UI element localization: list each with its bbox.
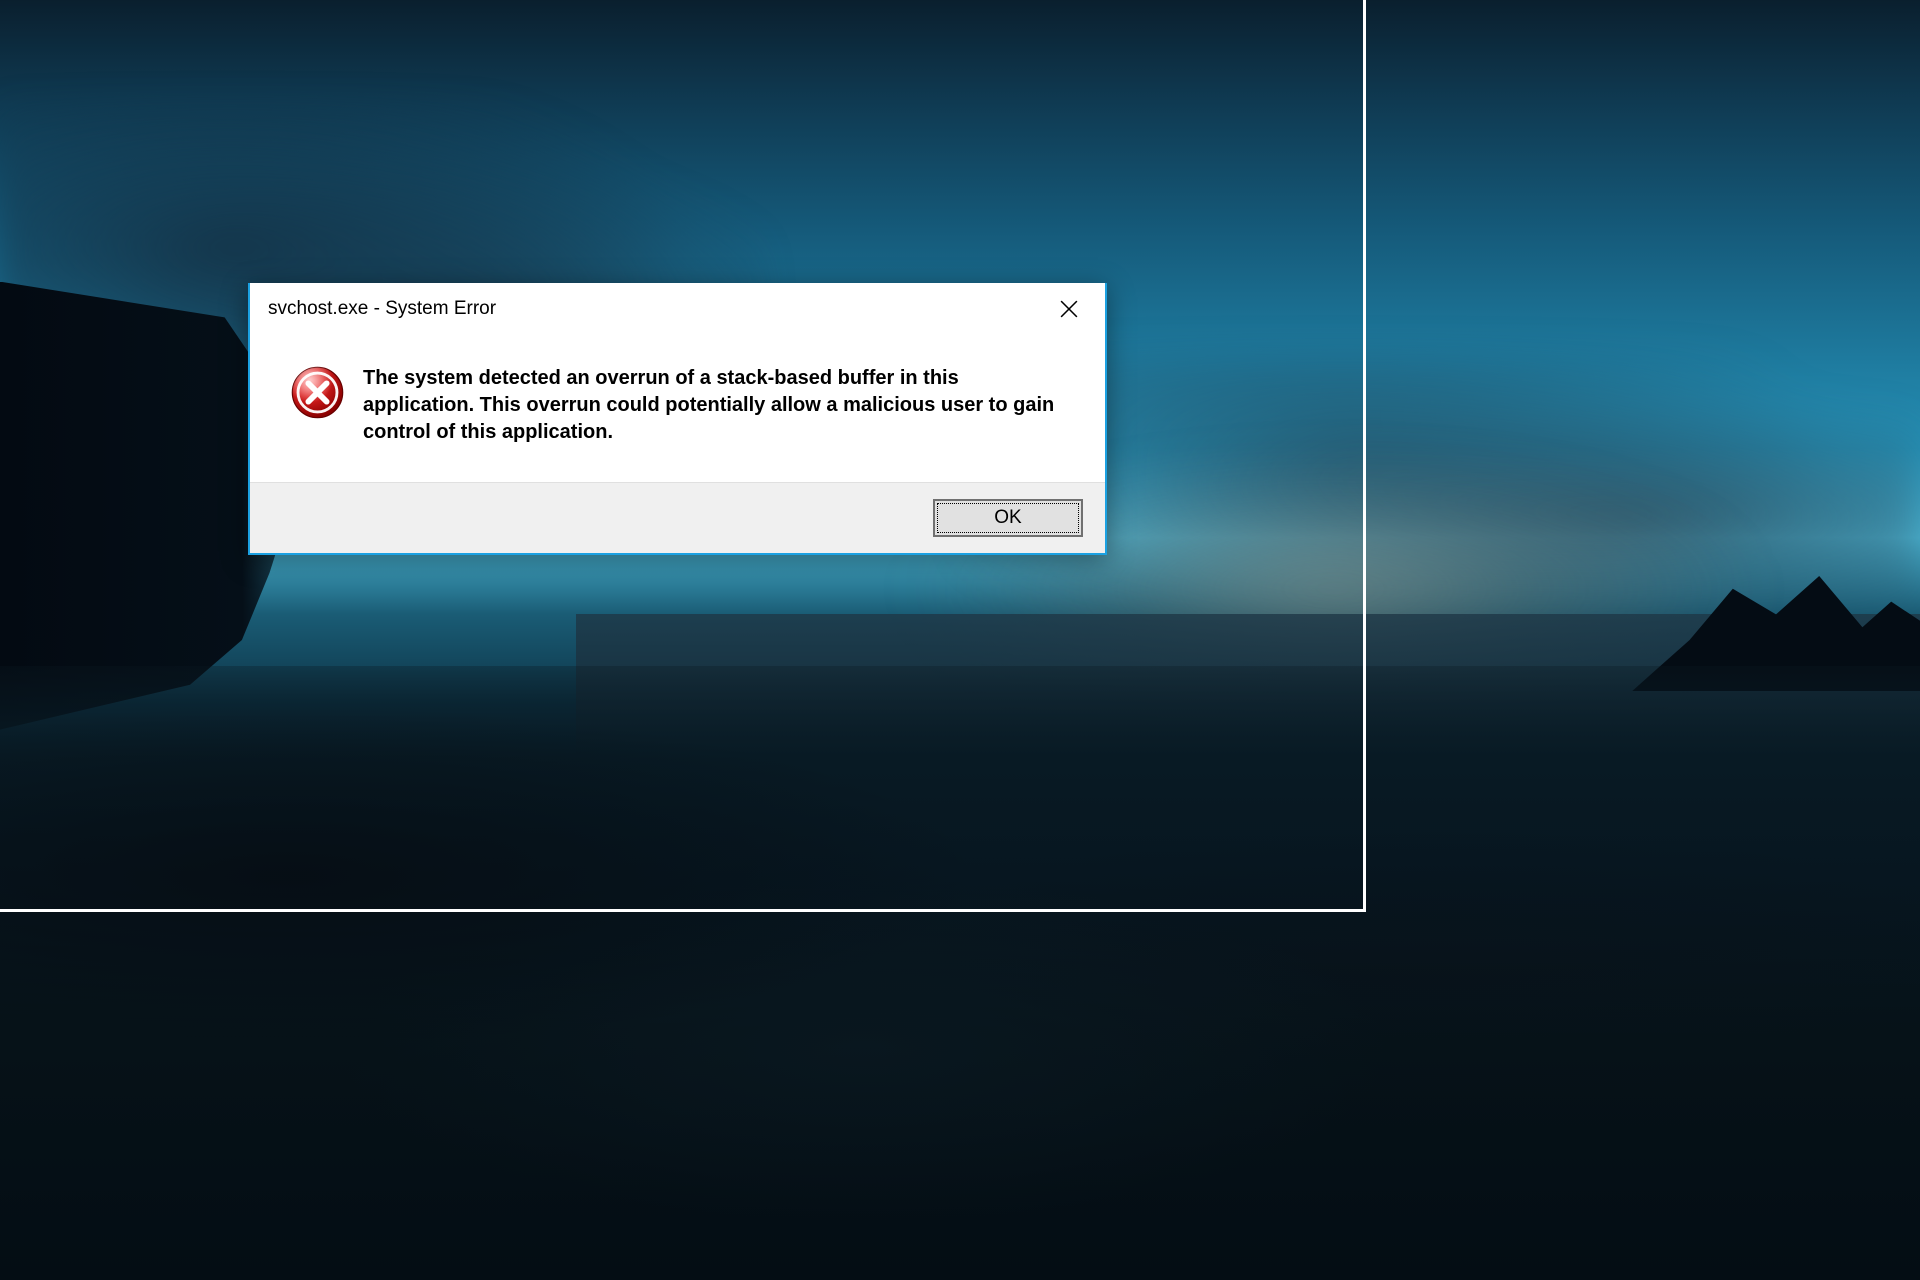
desktop-wallpaper bbox=[0, 0, 1920, 1280]
error-icon bbox=[290, 365, 345, 420]
error-dialog: svchost.exe - System Error bbox=[248, 283, 1107, 555]
error-message: The system detected an overrun of a stac… bbox=[363, 363, 1075, 446]
dialog-footer: OK bbox=[250, 482, 1105, 553]
ok-button[interactable]: OK bbox=[933, 499, 1083, 537]
dialog-title: svchost.exe - System Error bbox=[268, 298, 496, 320]
dialog-body: The system detected an overrun of a stac… bbox=[250, 335, 1105, 482]
close-button[interactable] bbox=[1047, 291, 1091, 327]
close-icon bbox=[1060, 300, 1078, 318]
dialog-titlebar[interactable]: svchost.exe - System Error bbox=[250, 283, 1105, 335]
